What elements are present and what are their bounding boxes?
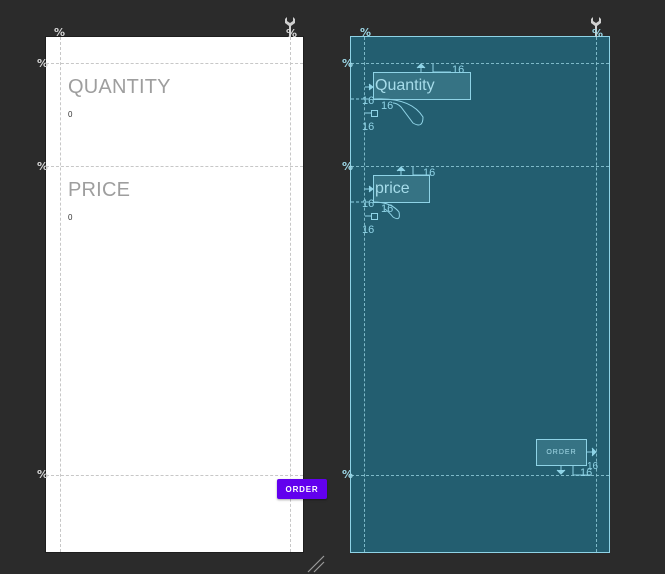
quantity-value[interactable]: 0 bbox=[68, 110, 72, 119]
blueprint-quantity-margin-left: 16 bbox=[362, 95, 375, 107]
order-button[interactable]: ORDER bbox=[277, 479, 327, 499]
blueprint-percent-marker-vertical-left[interactable]: % bbox=[360, 27, 371, 38]
blueprint-price-value-anchor[interactable] bbox=[371, 213, 378, 220]
blueprint-price-margin-left: 16 bbox=[362, 198, 375, 210]
blueprint-quantity-margin-inner: 16 bbox=[381, 100, 394, 112]
blueprint-quantity-textview[interactable]: Quantity bbox=[373, 72, 471, 100]
blueprint-percent-marker-bottom[interactable]: % bbox=[342, 469, 353, 480]
blueprint-quantity-margin-top: 16 bbox=[452, 64, 465, 76]
blueprint-order-margin-bottom: 16 bbox=[580, 467, 593, 479]
blueprint-quantity-margin-bottom: 16 bbox=[362, 121, 375, 133]
blueprint-quantity-value-anchor[interactable] bbox=[371, 110, 378, 117]
blueprint-surface[interactable]: Quantity 16 16 16 16 price 16 16 16 16 O… bbox=[350, 36, 610, 553]
blueprint-price-margin-bottom: 16 bbox=[362, 224, 375, 236]
guideline-percent-marker-vertical-right[interactable]: % bbox=[286, 28, 297, 39]
guideline-percent-marker-vertical-left[interactable]: % bbox=[54, 27, 65, 38]
blueprint-price-textview[interactable]: price bbox=[373, 175, 430, 203]
constraint-lines bbox=[351, 63, 597, 476]
blueprint-price-margin-inner: 16 bbox=[381, 203, 394, 215]
resize-handle-icon[interactable] bbox=[304, 554, 326, 574]
design-surface[interactable]: QUANTITY 0 PRICE 0 ORDER bbox=[46, 37, 327, 552]
guideline-percent-marker-top[interactable]: % bbox=[37, 58, 48, 69]
guideline-horizontal-top[interactable] bbox=[46, 63, 303, 64]
quantity-heading[interactable]: QUANTITY bbox=[68, 76, 171, 98]
price-heading[interactable]: PRICE bbox=[68, 179, 130, 201]
blueprint-order-button[interactable]: ORDER bbox=[536, 439, 587, 466]
guideline-percent-marker-bottom[interactable]: % bbox=[37, 469, 48, 480]
guideline-horizontal-middle[interactable] bbox=[46, 166, 303, 167]
blueprint-percent-marker-top[interactable]: % bbox=[342, 58, 353, 69]
guideline-vertical-left[interactable] bbox=[60, 37, 61, 552]
price-value[interactable]: 0 bbox=[68, 213, 72, 222]
blueprint-price-margin-top: 16 bbox=[423, 167, 436, 179]
guideline-horizontal-bottom[interactable] bbox=[46, 475, 303, 476]
guideline-percent-marker-middle[interactable]: % bbox=[37, 161, 48, 172]
blueprint-percent-marker-middle[interactable]: % bbox=[342, 161, 353, 172]
guideline-vertical-right[interactable] bbox=[290, 37, 291, 552]
blueprint-percent-marker-vertical-right[interactable]: % bbox=[592, 28, 603, 39]
